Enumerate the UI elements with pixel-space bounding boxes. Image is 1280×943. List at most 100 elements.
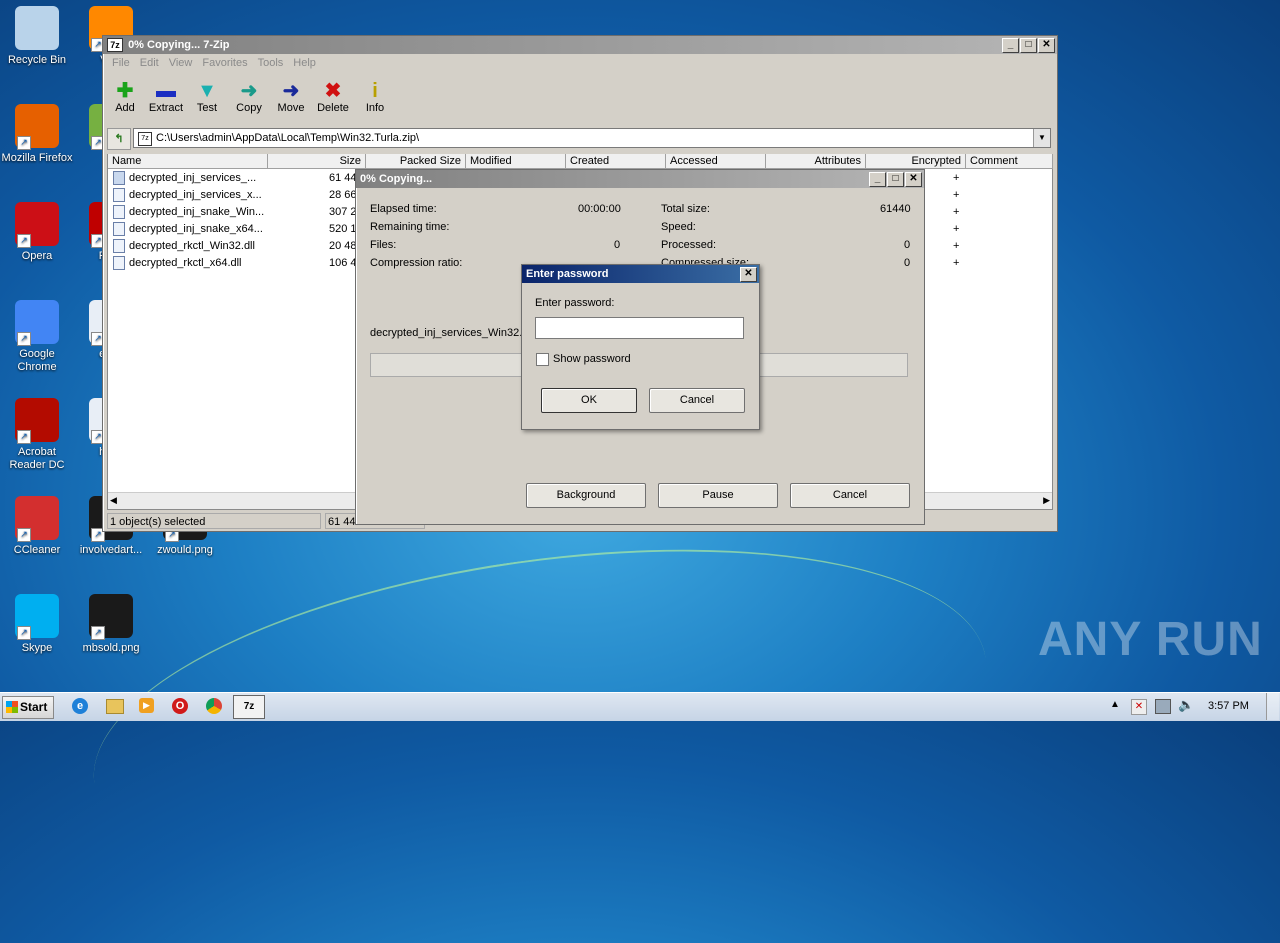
- desktop-icon-opera[interactable]: ↗ Opera: [0, 202, 74, 263]
- progress-titlebar[interactable]: 0% Copying... _ □ ✕: [356, 170, 924, 188]
- shortcut-arrow-icon: ↗: [91, 626, 105, 640]
- file-size: 28 66: [329, 189, 357, 201]
- remaining-label: Remaining time:: [370, 221, 450, 233]
- progress-maximize-button[interactable]: □: [887, 172, 904, 187]
- scroll-left-icon[interactable]: ◀: [110, 495, 117, 506]
- background-button[interactable]: Background: [526, 483, 646, 508]
- file-icon: [113, 256, 125, 271]
- column-size[interactable]: Size: [268, 154, 366, 169]
- show-password-checkbox[interactable]: [536, 353, 549, 366]
- password-input[interactable]: [535, 317, 744, 339]
- toolbar-copy-button[interactable]: ➜ Copy: [229, 80, 269, 114]
- file-icon: [113, 205, 125, 220]
- column-packed-size[interactable]: Packed Size: [366, 154, 466, 169]
- file-name: decrypted_rkctl_x64.dll: [129, 257, 242, 269]
- password-titlebar[interactable]: Enter password ✕: [522, 265, 759, 283]
- desktop-icon-label: CCleaner: [13, 544, 61, 556]
- desktop-icon-ccleaner[interactable]: ↗ CCleaner: [0, 496, 74, 557]
- desktop-icon-mozilla-firefox[interactable]: ↗ Mozilla Firefox: [0, 104, 74, 165]
- chrome-taskbar-icon[interactable]: [206, 698, 222, 714]
- shortcut-arrow-icon: ↗: [17, 430, 31, 444]
- column-comment[interactable]: Comment: [966, 154, 1053, 169]
- acrobat-icon: ↗: [15, 398, 59, 444]
- password-label: Enter password:: [535, 297, 615, 309]
- scroll-right-icon[interactable]: ▶: [1043, 495, 1050, 506]
- file-name: decrypted_inj_services_...: [129, 172, 257, 184]
- zip-archive-icon: 7z: [138, 132, 152, 146]
- desktop-icon-acrobat-reader-dc[interactable]: ↗ Acrobat Reader DC: [0, 398, 74, 472]
- menu-tools[interactable]: Tools: [253, 54, 289, 72]
- toolbar-test-button[interactable]: ▼ Test: [187, 80, 227, 114]
- column-modified[interactable]: Modified: [466, 154, 566, 169]
- network-icon[interactable]: [1155, 699, 1171, 714]
- file-name: decrypted_inj_snake_Win...: [129, 206, 265, 218]
- toolbar-add-button[interactable]: ✚ Add: [105, 80, 145, 114]
- address-bar[interactable]: 7z C:\Users\admin\AppData\Local\Temp\Win…: [133, 128, 1051, 148]
- compressed-value: 0: [904, 257, 911, 269]
- explorer-icon[interactable]: [106, 699, 124, 714]
- progress-minimize-button[interactable]: _: [869, 172, 886, 187]
- add-icon: ✚: [116, 80, 134, 102]
- 7zip-taskbar-button[interactable]: 7z: [233, 695, 265, 719]
- desktop-icon-recycle-bin[interactable]: Recycle Bin: [0, 6, 74, 67]
- progress-cancel-button[interactable]: Cancel: [790, 483, 910, 508]
- file-icon: [113, 239, 125, 254]
- up-folder-button[interactable]: ↰: [107, 128, 131, 150]
- menu-favorites[interactable]: Favorites: [197, 54, 252, 72]
- password-cancel-button[interactable]: Cancel: [649, 388, 745, 413]
- close-button[interactable]: ✕: [1038, 38, 1055, 53]
- shortcut-arrow-icon: ↗: [17, 234, 31, 248]
- security-flag-icon[interactable]: ✕: [1131, 699, 1147, 715]
- ok-button[interactable]: OK: [541, 388, 637, 413]
- delete-icon: ✖: [324, 80, 342, 102]
- files-label: Files:: [370, 239, 397, 251]
- shortcut-arrow-icon: ↗: [17, 332, 31, 346]
- volume-icon[interactable]: 🔈: [1178, 697, 1194, 713]
- windows-logo-icon: [6, 701, 18, 713]
- main-titlebar[interactable]: 7z 0% Copying... 7-Zip _ □ ✕: [103, 36, 1057, 54]
- desktop-icon-label: Mozilla Firefox: [1, 152, 73, 164]
- column-accessed[interactable]: Accessed: [666, 154, 766, 169]
- toolbar-label: Delete: [317, 102, 349, 114]
- menu-file[interactable]: File: [107, 54, 135, 72]
- toolbar-delete-button[interactable]: ✖ Delete: [313, 80, 353, 114]
- column-created[interactable]: Created: [566, 154, 666, 169]
- minimize-button[interactable]: _: [1002, 38, 1019, 53]
- image-icon: ↗: [89, 594, 133, 640]
- desktop-icon-mbsold-png[interactable]: ↗ mbsold.png: [74, 594, 148, 655]
- dropdown-arrow-icon[interactable]: ▼: [1033, 129, 1050, 147]
- toolbar-label: Copy: [236, 102, 262, 114]
- menu-view[interactable]: View: [164, 54, 198, 72]
- desktop-icon-google-chrome[interactable]: ↗ Google Chrome: [0, 300, 74, 374]
- chrome-icon: ↗: [15, 300, 59, 346]
- media-player-icon[interactable]: ▶: [139, 698, 154, 713]
- clock[interactable]: 3:57 PM: [1208, 700, 1249, 712]
- ie-icon[interactable]: e: [72, 698, 88, 714]
- maximize-button[interactable]: □: [1020, 38, 1037, 53]
- elapsed-value: 00:00:00: [578, 203, 621, 215]
- toolbar-info-button[interactable]: i Info: [355, 80, 395, 114]
- file-name: decrypted_rkctl_Win32.dll: [129, 240, 255, 252]
- menu-edit[interactable]: Edit: [135, 54, 164, 72]
- password-close-button[interactable]: ✕: [740, 267, 757, 282]
- current-file: decrypted_inj_services_Win32.e: [370, 327, 529, 339]
- column-encrypted[interactable]: Encrypted: [866, 154, 966, 169]
- file-encrypted: +: [953, 206, 960, 218]
- toolbar-extract-button[interactable]: ▬ Extract: [146, 80, 186, 114]
- desktop-icon-skype[interactable]: ↗ Skype: [0, 594, 74, 655]
- skype-icon: ↗: [15, 594, 59, 640]
- ratio-label: Compression ratio:: [370, 257, 463, 269]
- menu-help[interactable]: Help: [288, 54, 321, 72]
- show-desktop-button[interactable]: [1266, 693, 1279, 720]
- start-button[interactable]: Start: [2, 696, 54, 719]
- pause-button[interactable]: Pause: [658, 483, 778, 508]
- progress-close-button[interactable]: ✕: [905, 172, 922, 187]
- toolbar-move-button[interactable]: ➜ Move: [271, 80, 311, 114]
- password-dialog: Enter password ✕ Enter password: Show pa…: [521, 264, 760, 430]
- show-hidden-icons[interactable]: ▲: [1110, 699, 1120, 710]
- column-attributes[interactable]: Attributes: [766, 154, 866, 169]
- ccleaner-icon: ↗: [15, 496, 59, 542]
- toolbar-label: Extract: [148, 102, 184, 114]
- opera-taskbar-icon[interactable]: O: [172, 698, 188, 714]
- column-name[interactable]: Name: [108, 154, 268, 169]
